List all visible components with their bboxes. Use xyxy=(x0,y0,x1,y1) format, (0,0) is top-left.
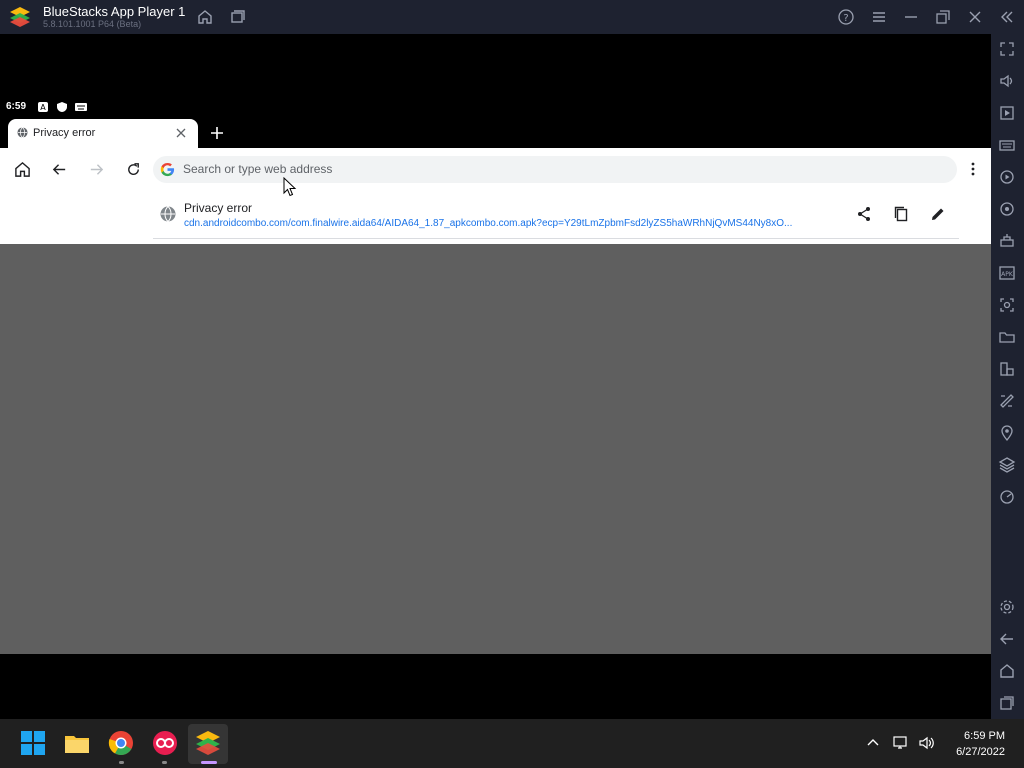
google-icon xyxy=(160,162,175,177)
reload-icon[interactable] xyxy=(125,161,142,178)
restore-icon[interactable] xyxy=(934,8,952,26)
screenshot-icon[interactable] xyxy=(998,296,1016,314)
notification-icon: A xyxy=(38,102,48,112)
file-explorer-icon[interactable] xyxy=(62,728,92,758)
bluestacks-logo-icon xyxy=(10,7,30,27)
active-indicator xyxy=(201,761,217,764)
app-title: BlueStacks App Player 1 xyxy=(43,4,186,19)
close-icon[interactable] xyxy=(966,8,984,26)
keyboard-icon xyxy=(75,103,87,111)
running-indicator xyxy=(162,761,167,764)
minimize-icon[interactable] xyxy=(902,8,920,26)
taskbar-clock-date[interactable]: 6/27/2022 xyxy=(945,746,1005,758)
close-tab-icon[interactable] xyxy=(176,128,186,138)
collapse-sidebar-icon[interactable] xyxy=(998,8,1016,26)
home-icon[interactable] xyxy=(196,8,214,26)
folder-icon[interactable] xyxy=(998,328,1016,346)
app-icon-red[interactable] xyxy=(150,728,180,758)
globe-icon xyxy=(160,206,176,222)
gamepad-icon[interactable] xyxy=(998,232,1016,250)
rotate-icon[interactable] xyxy=(998,200,1016,218)
macro-record-icon[interactable] xyxy=(998,168,1016,186)
recent-apps-icon[interactable] xyxy=(998,694,1016,712)
edit-icon[interactable] xyxy=(930,206,946,222)
status-bar-time: 6:59 xyxy=(6,101,27,112)
eco-mode-icon[interactable] xyxy=(998,392,1016,410)
back-icon[interactable] xyxy=(51,161,68,178)
menu-icon[interactable] xyxy=(870,8,888,26)
show-hidden-icons-icon[interactable] xyxy=(866,736,880,750)
chrome-icon[interactable] xyxy=(106,728,136,758)
share-icon[interactable] xyxy=(856,206,872,222)
taskbar-clock-time[interactable]: 6:59 PM xyxy=(955,730,1005,742)
bluestacks-taskbar-icon[interactable] xyxy=(193,728,223,758)
forward-icon xyxy=(90,164,104,175)
apk-install-icon[interactable]: APK xyxy=(998,264,1016,282)
suggestion-url[interactable]: cdn.androidcombo.com/com.finalwire.aida6… xyxy=(184,218,844,229)
svg-text:?: ? xyxy=(843,13,848,24)
mouse-cursor-icon xyxy=(283,177,297,197)
suggestion-title[interactable]: Privacy error xyxy=(184,201,252,215)
page-content-scrim[interactable] xyxy=(0,244,991,654)
more-options-icon[interactable] xyxy=(965,161,981,177)
svg-text:A: A xyxy=(40,103,46,112)
home-icon[interactable] xyxy=(998,662,1016,680)
svg-text:APK: APK xyxy=(1001,271,1014,278)
keyboard-controls-icon[interactable] xyxy=(998,136,1016,154)
help-icon[interactable]: ? xyxy=(837,8,855,26)
multi-instance-icon[interactable] xyxy=(228,8,246,26)
divider xyxy=(153,238,959,239)
multi-instance-icon[interactable] xyxy=(998,360,1016,378)
network-icon[interactable] xyxy=(892,735,910,751)
location-icon[interactable] xyxy=(998,424,1016,442)
performance-icon[interactable] xyxy=(998,488,1016,506)
globe-icon xyxy=(17,127,28,138)
app-version: 5.8.101.1001 P64 (Beta) xyxy=(43,19,142,29)
running-indicator xyxy=(119,761,124,764)
fullscreen-icon[interactable] xyxy=(998,40,1016,58)
back-icon[interactable] xyxy=(998,630,1016,648)
volume-icon[interactable] xyxy=(998,72,1016,90)
new-tab-icon[interactable] xyxy=(210,126,224,140)
speaker-icon[interactable] xyxy=(918,735,936,751)
windows-start-icon[interactable] xyxy=(18,728,48,758)
home-icon[interactable] xyxy=(14,161,31,178)
tab-title: Privacy error xyxy=(33,127,96,139)
copy-icon[interactable] xyxy=(893,206,909,222)
shield-icon xyxy=(57,102,67,112)
screen-cast-icon[interactable] xyxy=(998,104,1016,122)
omnibox-input[interactable]: Search or type web address xyxy=(183,162,332,176)
layers-icon[interactable] xyxy=(998,456,1016,474)
settings-icon[interactable] xyxy=(998,598,1016,616)
